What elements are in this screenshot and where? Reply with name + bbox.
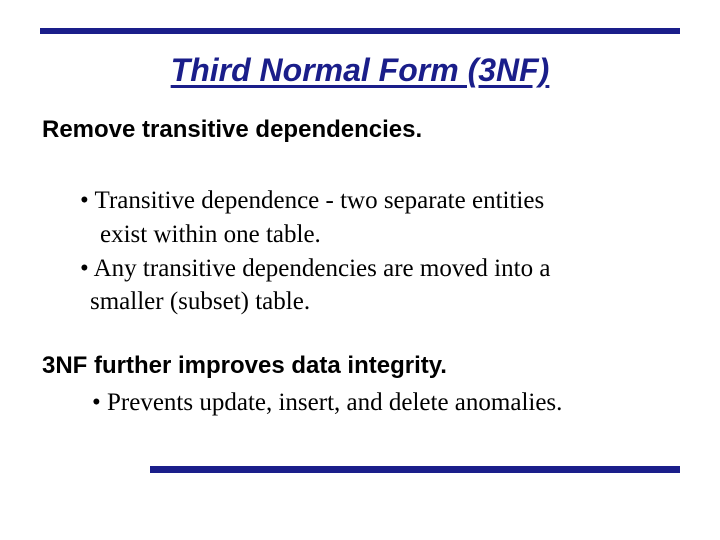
bullet-text: exist within one table.: [80, 218, 660, 252]
subheading-remove-transitive: Remove transitive dependencies.: [42, 116, 422, 144]
bullet-text: • Transitive dependence - two separate e…: [80, 184, 660, 218]
bullet-text: • Any transitive dependencies are moved …: [80, 252, 660, 286]
bullet-group-1: • Transitive dependence - two separate e…: [80, 184, 660, 319]
bullet-text: smaller (subset) table.: [80, 285, 660, 319]
bullet-group-2: • Prevents update, insert, and delete an…: [92, 386, 652, 420]
top-divider: [40, 28, 680, 34]
slide-title: Third Normal Form (3NF): [0, 52, 720, 89]
subheading-improves-integrity: 3NF further improves data integrity.: [42, 352, 447, 380]
bullet-text: • Prevents update, insert, and delete an…: [92, 389, 562, 416]
bottom-divider: [150, 466, 680, 473]
